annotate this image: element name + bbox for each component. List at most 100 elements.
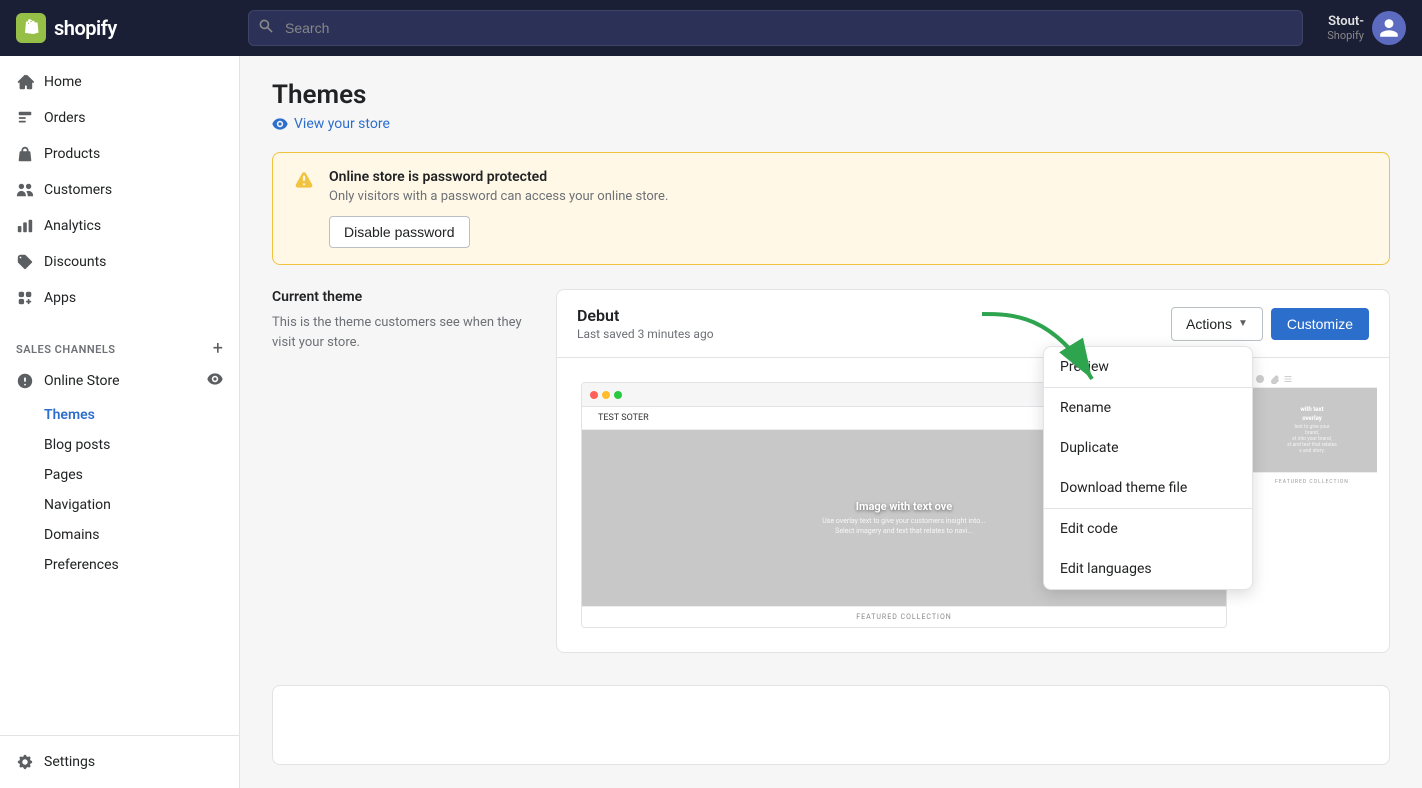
mini-featured-label: FEATURED COLLECTION [1247,472,1377,490]
theme-saved: Last saved 3 minutes ago [577,327,714,341]
preview-dot-yellow [602,391,610,399]
blog-posts-label: Blog posts [44,437,110,453]
dropdown-item-duplicate[interactable]: Duplicate [1044,428,1252,468]
topbar: shopify Stout- Shopify [0,0,1422,56]
online-store-item[interactable]: Online Store [0,362,239,400]
sidebar-item-customers-label: Customers [44,182,112,198]
sidebar-item-customers[interactable]: Customers [0,172,239,208]
sidebar-item-navigation[interactable]: Navigation [44,490,239,520]
logo-text: shopify [54,16,117,40]
dropdown-item-edit-code[interactable]: Edit code [1044,509,1252,549]
sidebar-item-apps-label: Apps [44,290,76,306]
sidebar-item-domains[interactable]: Domains [44,520,239,550]
preview-hero-sub: Use overlay text to give your customers … [822,517,986,537]
main-content: Themes View your store Online store is p… [240,56,1422,788]
sidebar-item-pages[interactable]: Pages [44,460,239,490]
store-name: Stout- [1328,14,1364,29]
dropdown-item-download[interactable]: Download theme file [1044,468,1252,508]
preview-store-name: TEST SOTER [598,413,649,423]
sidebar-item-discounts[interactable]: Discounts [0,244,239,280]
theme-card: Debut Last saved 3 minutes ago Actions ▼… [556,289,1390,653]
logo: shopify [16,13,236,43]
sales-channels-label: SALES CHANNELS [16,343,116,356]
theme-name-block: Debut Last saved 3 minutes ago [577,306,714,341]
theme-actions: Actions ▼ Customize [1171,307,1369,341]
topbar-right: Stout- Shopify [1327,11,1406,45]
sidebar-item-themes[interactable]: Themes [44,400,239,430]
sidebar-item-discounts-label: Discounts [44,254,106,270]
settings-label: Settings [44,754,95,770]
dropdown-item-edit-languages[interactable]: Edit languages [1044,549,1252,589]
sidebar: Home Orders Products Customers Analytics [0,56,240,788]
section-label: Current theme [272,289,532,305]
add-sales-channel-button[interactable]: + [213,340,223,358]
preview-hero-text: Image with text ove [856,500,952,513]
theme-name: Debut [577,306,714,325]
navigation-label: Navigation [44,497,111,513]
alert-desc: Only visitors with a password can access… [329,189,1369,204]
current-theme-description: Current theme This is the theme customer… [272,289,532,352]
theme-preview-area: TEST SOTER Home Catalog Image with text … [557,358,1389,652]
view-store-text: View your store [294,116,390,132]
sidebar-bottom: Settings [0,735,239,788]
eye-icon[interactable] [207,371,223,391]
search-bar[interactable] [248,10,1303,46]
current-theme-section: Current theme This is the theme customer… [272,289,1390,653]
mini-preview-img: with text overlay text to give yourbrand… [1247,370,1377,490]
mini-nav [1247,370,1377,388]
shopify-logo-icon [16,13,46,43]
mini-hero-text-2: overlay [1302,415,1322,422]
view-store-link[interactable]: View your store [272,116,1390,132]
sidebar-item-apps[interactable]: Apps [0,280,239,316]
mini-theme-preview: with text overlay text to give yourbrand… [1247,370,1377,640]
alert-banner: Online store is password protected Only … [272,152,1390,265]
dropdown-item-preview[interactable]: Preview [1044,347,1252,387]
page-title: Themes [272,80,1390,110]
actions-button[interactable]: Actions ▼ [1171,307,1263,341]
alert-icon [293,170,315,192]
online-store-subnav: Themes Blog posts Pages Navigation Domai… [0,400,239,580]
sidebar-item-orders[interactable]: Orders [0,100,239,136]
store-info: Stout- Shopify [1327,14,1364,42]
sidebar-item-home[interactable]: Home [0,64,239,100]
disable-password-button[interactable]: Disable password [329,216,470,248]
mini-hero-text: with text [1300,406,1323,413]
sidebar-item-analytics-label: Analytics [44,218,101,234]
themes-label: Themes [44,407,95,423]
preview-dot-green [614,391,622,399]
more-themes-section [272,685,1390,765]
search-icon [258,18,274,38]
customize-button[interactable]: Customize [1271,308,1369,340]
online-store-label: Online Store [44,373,120,389]
sidebar-item-blog-posts[interactable]: Blog posts [44,430,239,460]
actions-dropdown-menu: Preview Rename Duplicate Download theme … [1043,346,1253,590]
alert-content: Online store is password protected Only … [329,169,1369,248]
sales-channels-section: SALES CHANNELS + [0,324,239,362]
store-plan: Shopify [1327,29,1364,42]
sidebar-item-products-label: Products [44,146,100,162]
sidebar-item-analytics[interactable]: Analytics [0,208,239,244]
sidebar-item-orders-label: Orders [44,110,86,126]
mini-hero-sub: text to give yourbrand,st into your bran… [1287,424,1337,454]
dropdown-item-rename[interactable]: Rename [1044,388,1252,428]
sidebar-item-settings[interactable]: Settings [0,744,239,780]
pages-label: Pages [44,467,83,483]
theme-card-header: Debut Last saved 3 minutes ago Actions ▼… [557,290,1389,358]
more-themes-placeholder [272,685,1390,765]
sidebar-item-products[interactable]: Products [0,136,239,172]
theme-card-wrap: Debut Last saved 3 minutes ago Actions ▼… [556,289,1390,653]
alert-title: Online store is password protected [329,169,1369,185]
actions-label: Actions [1186,316,1232,332]
search-input[interactable] [248,10,1303,46]
online-store-left: Online Store [16,372,120,390]
sidebar-item-home-label: Home [44,74,82,90]
chevron-down-icon: ▼ [1238,318,1248,329]
domains-label: Domains [44,527,99,543]
avatar[interactable] [1372,11,1406,45]
preferences-label: Preferences [44,557,119,573]
preview-dot-red [590,391,598,399]
layout: Home Orders Products Customers Analytics [0,56,1422,788]
sidebar-item-preferences[interactable]: Preferences [44,550,239,580]
preview-featured-label: FEATURED COLLECTION [582,606,1226,627]
sidebar-nav: Home Orders Products Customers Analytics [0,56,239,324]
